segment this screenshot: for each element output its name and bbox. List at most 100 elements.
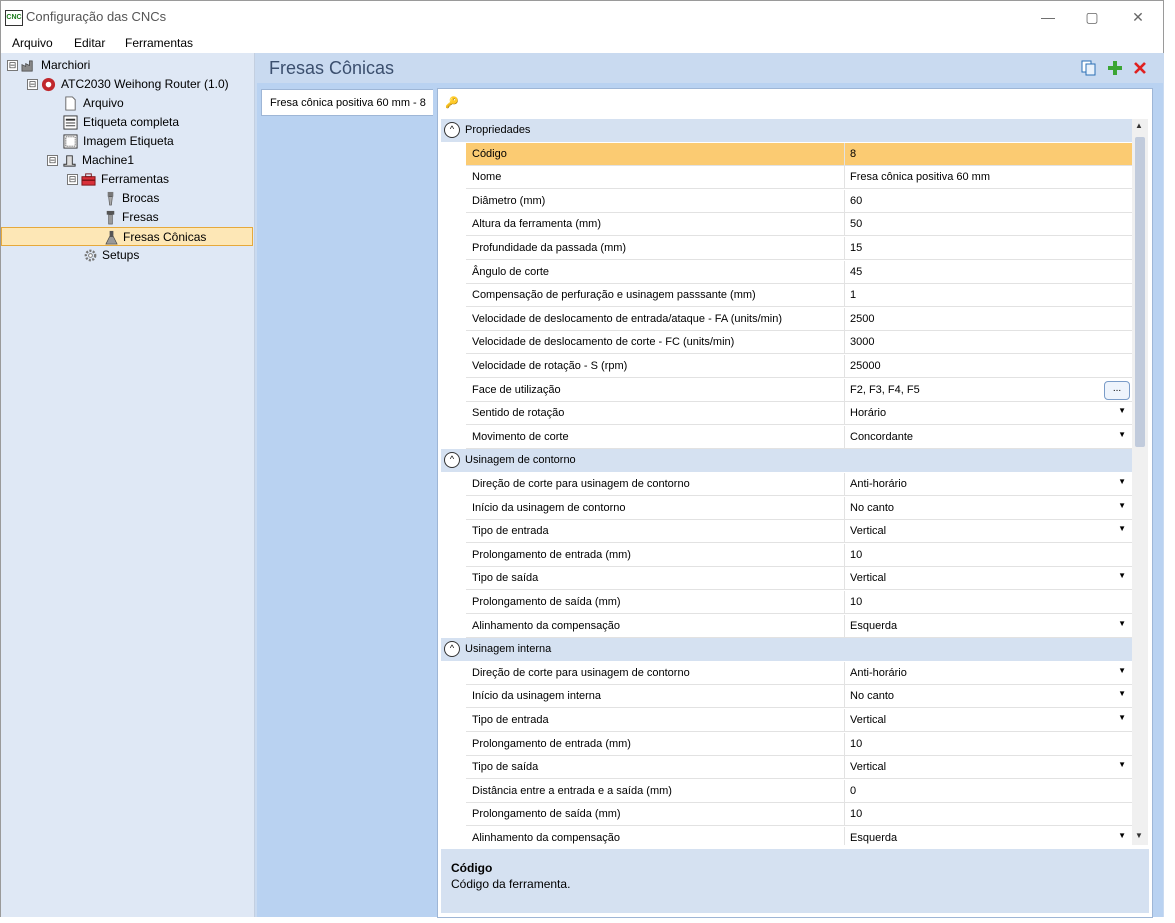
property-value[interactable]: 10: [850, 596, 862, 608]
property-value[interactable]: 0: [850, 785, 856, 797]
property-value[interactable]: 60: [850, 195, 862, 207]
property-row[interactable]: Alinhamento da compensação Esquerda ▼: [466, 827, 1132, 845]
collapse-category-icon[interactable]: ^: [444, 122, 460, 138]
property-row[interactable]: Ângulo de corte 45: [466, 260, 1132, 284]
property-row[interactable]: Tipo de saída Vertical ▼: [466, 567, 1132, 591]
category-propriedades[interactable]: ^ Propriedades: [441, 119, 1132, 142]
tree-node-etiqueta-completa[interactable]: Etiqueta completa: [63, 113, 250, 132]
scroll-up-icon[interactable]: ▲: [1135, 121, 1143, 130]
dropdown-arrow-icon[interactable]: ▼: [1118, 571, 1126, 580]
tree-node-brocas[interactable]: Brocas: [103, 189, 250, 208]
collapse-icon[interactable]: ⊟: [7, 60, 18, 71]
dropdown-arrow-icon[interactable]: ▼: [1118, 713, 1126, 722]
property-value[interactable]: Vertical: [850, 714, 886, 726]
property-row[interactable]: Código 8: [466, 142, 1132, 166]
property-row[interactable]: Profundidade da passada (mm) 15: [466, 237, 1132, 260]
property-row[interactable]: Compensação de perfuração e usinagem pas…: [466, 284, 1132, 308]
property-value[interactable]: 2500: [850, 313, 874, 325]
property-search-bar[interactable]: 🔑: [441, 92, 1149, 114]
property-value[interactable]: 25000: [850, 360, 881, 372]
property-value[interactable]: 50: [850, 218, 862, 230]
dropdown-arrow-icon[interactable]: ▼: [1118, 477, 1126, 486]
property-row[interactable]: Prolongamento de saída (mm) 10: [466, 591, 1132, 614]
close-window-button[interactable]: ✕: [1115, 5, 1161, 29]
menu-ferramentas[interactable]: Ferramentas: [125, 36, 193, 50]
collapse-category-icon[interactable]: ^: [444, 452, 460, 469]
property-value[interactable]: Esquerda: [850, 832, 897, 844]
ellipsis-button[interactable]: ...: [1104, 380, 1130, 400]
category-interna[interactable]: ^ Usinagem interna: [441, 638, 1132, 662]
tree-node-atc2030[interactable]: ⊟ ATC2030 Weihong Router (1.0): [25, 75, 250, 94]
add-icon[interactable]: [1107, 60, 1123, 76]
property-row[interactable]: Direção de corte para usinagem de contor…: [466, 473, 1132, 496]
property-value[interactable]: 8: [850, 148, 856, 160]
vertical-scrollbar[interactable]: ▲ ▼: [1132, 119, 1148, 845]
property-row[interactable]: Tipo de entrada Vertical ▼: [466, 520, 1132, 544]
collapse-icon[interactable]: ⊟: [47, 155, 58, 166]
property-value[interactable]: 10: [850, 549, 862, 561]
property-row[interactable]: Movimento de corte Concordante ▼: [466, 425, 1132, 449]
dropdown-arrow-icon[interactable]: ▼: [1118, 619, 1126, 628]
tree-node-arquivo[interactable]: Arquivo: [63, 94, 250, 113]
property-row[interactable]: Velocidade de rotação - S (rpm) 25000: [466, 355, 1132, 378]
minimize-button[interactable]: —: [1025, 5, 1071, 29]
dropdown-arrow-icon[interactable]: ▼: [1118, 760, 1126, 769]
maximize-button[interactable]: ▢: [1069, 5, 1115, 29]
property-value[interactable]: Vertical: [850, 572, 886, 584]
property-value[interactable]: Anti-horário: [850, 667, 907, 679]
property-value[interactable]: No canto: [850, 690, 894, 702]
property-value[interactable]: Vertical: [850, 761, 886, 773]
property-row[interactable]: Prolongamento de entrada (mm) 10: [466, 543, 1132, 567]
collapse-icon[interactable]: ⊟: [27, 79, 38, 90]
scroll-thumb[interactable]: [1135, 137, 1145, 447]
dropdown-arrow-icon[interactable]: ▼: [1118, 406, 1126, 415]
dropdown-arrow-icon[interactable]: ▼: [1118, 430, 1126, 439]
property-value[interactable]: Anti-horário: [850, 478, 907, 490]
property-row[interactable]: Tipo de entrada Vertical ▼: [466, 709, 1132, 732]
tab-fresa-conica-60mm[interactable]: Fresa cônica positiva 60 mm - 8: [261, 89, 433, 116]
property-value[interactable]: Fresa cônica positiva 60 mm: [850, 171, 990, 183]
property-row[interactable]: Início da usinagem de contorno No canto ▼: [466, 496, 1132, 520]
property-value[interactable]: 10: [850, 808, 862, 820]
collapse-icon[interactable]: ⊟: [67, 174, 78, 185]
property-value[interactable]: 15: [850, 242, 862, 254]
property-value[interactable]: Vertical: [850, 525, 886, 537]
property-value[interactable]: 45: [850, 266, 862, 278]
menu-arquivo[interactable]: Arquivo: [12, 36, 53, 50]
property-value[interactable]: Esquerda: [850, 620, 897, 632]
tree-node-ferramentas[interactable]: ⊟ Ferramentas: [65, 170, 250, 189]
property-row[interactable]: Face de utilização F2, F3, F4, F5...: [466, 378, 1132, 402]
property-row[interactable]: Prolongamento de entrada (mm) 10: [466, 732, 1132, 756]
category-contorno[interactable]: ^ Usinagem de contorno: [441, 449, 1132, 473]
tree-node-imagem-etiqueta[interactable]: Imagem Etiqueta: [63, 132, 250, 151]
property-row[interactable]: Alinhamento da compensação Esquerda ▼: [466, 614, 1132, 638]
tree-node-fresas-conicas[interactable]: Fresas Cônicas: [1, 227, 253, 246]
menu-editar[interactable]: Editar: [74, 36, 105, 50]
property-value[interactable]: Concordante: [850, 431, 913, 443]
tree-node-setups[interactable]: Setups: [83, 246, 250, 265]
dropdown-arrow-icon[interactable]: ▼: [1118, 501, 1126, 510]
dropdown-arrow-icon[interactable]: ▼: [1118, 689, 1126, 698]
delete-icon[interactable]: [1132, 60, 1148, 76]
tree-node-machine1[interactable]: ⊟ Machine1: [45, 151, 250, 170]
collapse-category-icon[interactable]: ^: [444, 641, 460, 658]
property-row[interactable]: Direção de corte para usinagem de contor…: [466, 661, 1132, 685]
tree-node-marchiori[interactable]: ⊟ Marchiori: [5, 56, 250, 75]
property-row[interactable]: Sentido de rotação Horário ▼: [466, 402, 1132, 426]
property-value[interactable]: Horário: [850, 407, 886, 419]
property-row[interactable]: Início da usinagem interna No canto ▼: [466, 685, 1132, 709]
dropdown-arrow-icon[interactable]: ▼: [1118, 524, 1126, 533]
property-row[interactable]: Diâmetro (mm) 60: [466, 189, 1132, 213]
property-value[interactable]: 1: [850, 289, 856, 301]
property-value[interactable]: 10: [850, 738, 862, 750]
property-row[interactable]: Velocidade de deslocamento de entrada/at…: [466, 307, 1132, 331]
property-value[interactable]: 3000: [850, 336, 874, 348]
copy-icon[interactable]: [1081, 60, 1097, 76]
property-row[interactable]: Velocidade de deslocamento de corte - FC…: [466, 331, 1132, 355]
tree-node-fresas[interactable]: Fresas: [103, 208, 250, 227]
property-row[interactable]: Distância entre a entrada e a saída (mm)…: [466, 779, 1132, 803]
property-row[interactable]: Tipo de saída Vertical ▼: [466, 756, 1132, 780]
property-row[interactable]: Altura da ferramenta (mm) 50: [466, 213, 1132, 237]
property-value[interactable]: No canto: [850, 502, 894, 514]
property-row[interactable]: Prolongamento de saída (mm) 10: [466, 803, 1132, 827]
